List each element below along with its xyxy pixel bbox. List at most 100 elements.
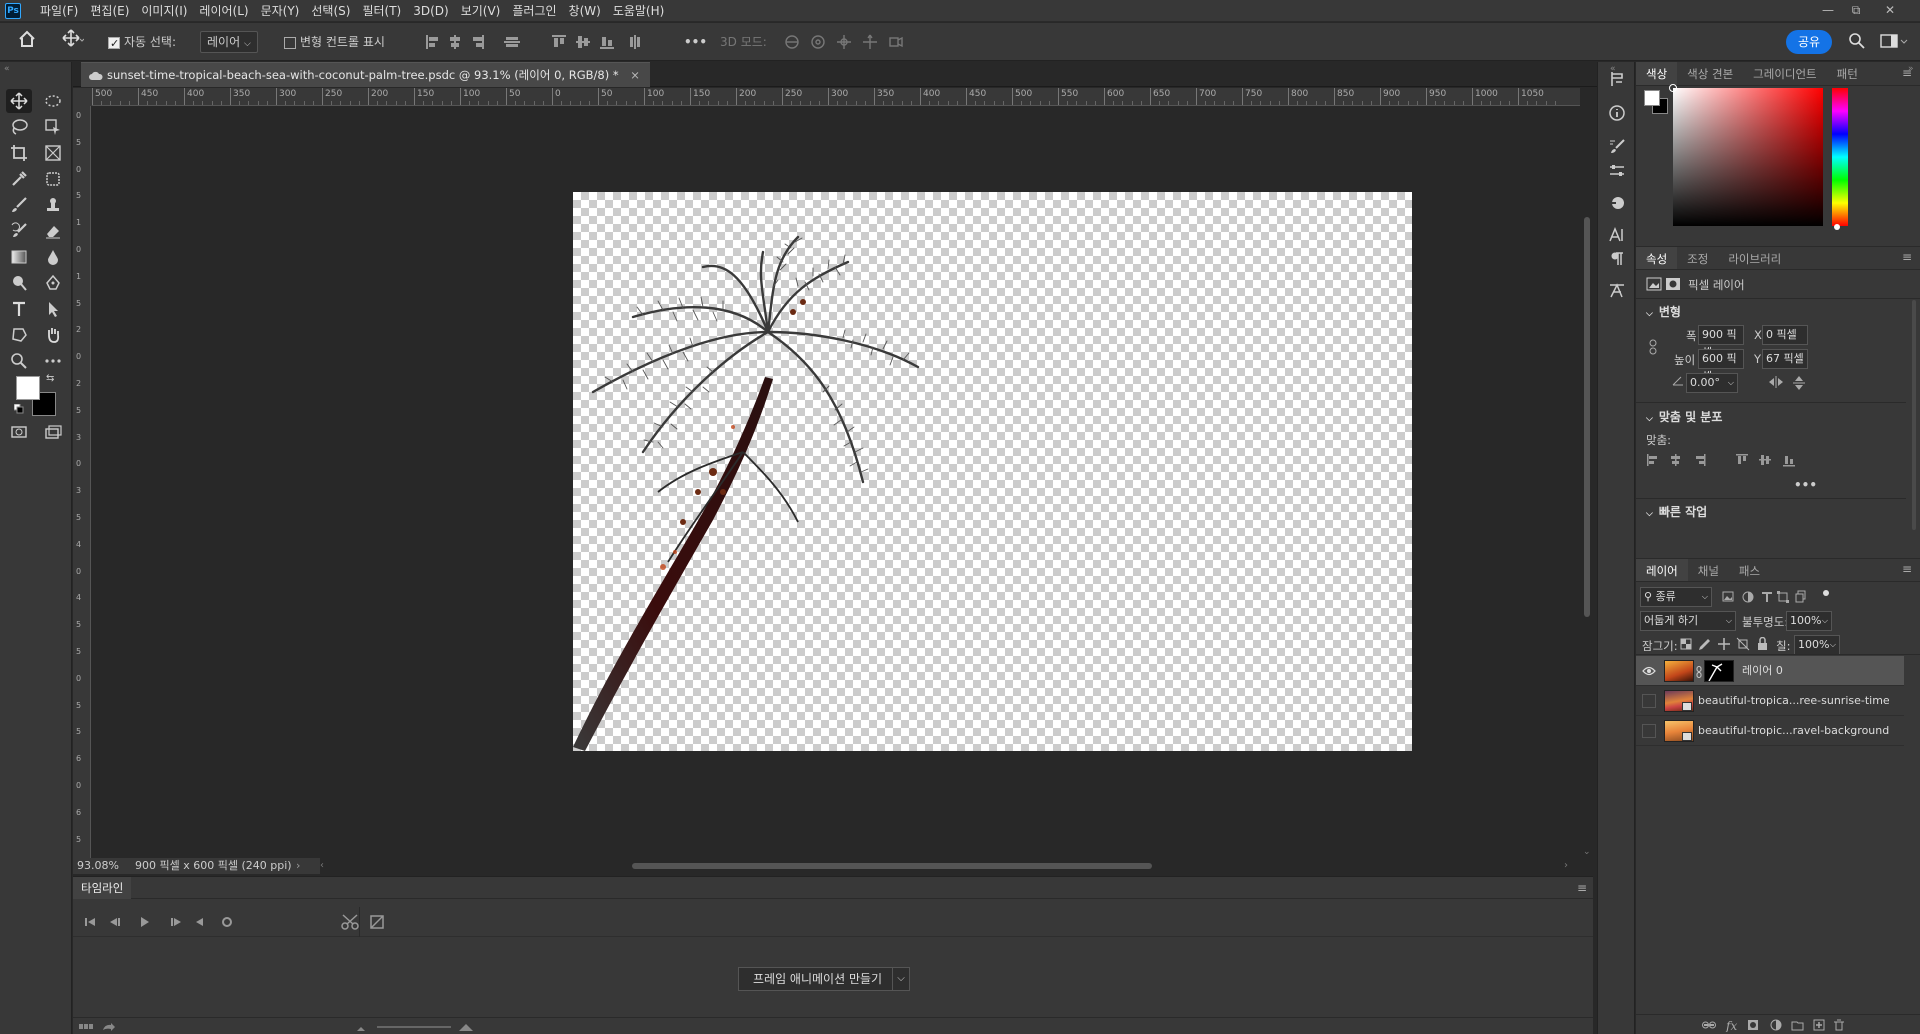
path-select-tool-icon[interactable]	[40, 297, 66, 321]
more-options-button[interactable]: •••	[684, 31, 707, 53]
menu-filter[interactable]: 필터(T)	[356, 0, 407, 22]
workspace-icon[interactable]	[1880, 32, 1910, 54]
paragraph-panel-icon[interactable]	[1608, 250, 1626, 268]
crop-tool-icon[interactable]	[6, 141, 32, 165]
search-icon[interactable]	[1848, 32, 1866, 54]
frame-tool-icon[interactable]	[40, 141, 66, 165]
layers-footer-buttons[interactable]: fx	[1702, 1018, 1912, 1032]
tab-layers[interactable]: 레이어	[1636, 559, 1688, 581]
history-panel-icon[interactable]	[1608, 70, 1626, 88]
spot-heal-tool-icon[interactable]	[40, 167, 66, 191]
glyphs-panel-icon[interactable]	[1608, 282, 1626, 300]
layers-scrollbar[interactable]	[1906, 656, 1918, 746]
show-transform-checkbox[interactable]: 변형 컨트롤 표시	[284, 31, 385, 53]
close-tab-button[interactable]: ×	[630, 68, 640, 82]
opacity-input[interactable]: 100% ⌵	[1786, 611, 1832, 631]
properties-scrollbar[interactable]	[1912, 300, 1916, 530]
timeline-menu-icon[interactable]: ≡	[1577, 881, 1587, 895]
layer-name[interactable]: 레이어 0	[1742, 656, 1783, 686]
home-icon[interactable]	[16, 28, 38, 50]
horizontal-scroll-thumb[interactable]	[632, 863, 1152, 869]
pen-tool-icon[interactable]	[40, 271, 66, 295]
blend-mode-dropdown[interactable]: 어둡게 하기 ⌵	[1640, 611, 1736, 631]
transform-section-header[interactable]: ⌵ 변형	[1646, 303, 1681, 320]
marquee-tool-icon[interactable]	[40, 89, 66, 113]
menu-file[interactable]: 파일(F)	[34, 0, 84, 22]
layers-menu-icon[interactable]: ≡	[1902, 562, 1912, 576]
timeline-footer-icons[interactable]	[79, 1022, 119, 1032]
quick-mask-icon[interactable]	[6, 420, 32, 444]
width-input[interactable]: 900 픽셀	[1698, 325, 1744, 359]
layer-name[interactable]: beautiful-tropic...ravel-background	[1698, 716, 1889, 746]
tab-adjustments[interactable]: 조정	[1677, 247, 1718, 269]
hue-slider[interactable]	[1832, 88, 1848, 226]
color-fg-swatch[interactable]	[1644, 90, 1660, 106]
mask-link-icon[interactable]	[1696, 666, 1702, 678]
tab-paths[interactable]: 패스	[1729, 559, 1770, 581]
hue-slider-handle[interactable]	[1834, 224, 1840, 230]
link-dimensions-icon[interactable]	[1648, 339, 1658, 355]
type-tool-icon[interactable]	[6, 297, 32, 321]
scroll-left-arrow[interactable]: ‹	[320, 860, 324, 871]
clone-source-icon[interactable]	[1608, 194, 1626, 212]
flip-vertical-icon[interactable]	[1792, 375, 1806, 391]
eraser-tool-icon[interactable]	[40, 219, 66, 243]
lock-icons[interactable]	[1680, 637, 1770, 651]
create-frame-animation-button[interactable]: 프레임 애니메이션 만들기	[738, 967, 898, 991]
document-info[interactable]: 900 픽셀 x 600 픽셀 (240 ppi)	[135, 858, 292, 874]
vertical-ruler[interactable]: 0505101520253035404550556065	[73, 106, 91, 858]
move-tool-icon[interactable]	[6, 89, 32, 113]
tab-swatches[interactable]: 색상 견본	[1677, 62, 1743, 85]
vertical-scrollbar[interactable]: ⌄	[1580, 107, 1594, 858]
menu-image[interactable]: 이미지(I)	[135, 0, 193, 22]
layer-name[interactable]: beautiful-tropica...ree-sunrise-time	[1698, 686, 1890, 716]
status-more-icon[interactable]: ›	[296, 858, 300, 874]
hand-tool-icon[interactable]	[40, 323, 66, 347]
shape-tool-icon[interactable]	[6, 323, 32, 347]
layer-row[interactable]: beautiful-tropic...ravel-background	[1636, 716, 1904, 746]
share-button[interactable]: 공유	[1786, 30, 1833, 54]
menu-3d[interactable]: 3D(D)	[407, 0, 454, 22]
menu-window[interactable]: 창(W)	[563, 0, 607, 22]
auto-select-dropdown[interactable]: 레이어 ⌵	[200, 31, 258, 53]
menu-layer[interactable]: 레이어(L)	[193, 0, 254, 22]
tab-gradients[interactable]: 그레이디언트	[1743, 62, 1826, 85]
tab-patterns[interactable]: 패턴	[1827, 62, 1868, 85]
menu-help[interactable]: 도움말(H)	[607, 0, 671, 22]
object-select-tool-icon[interactable]	[40, 115, 66, 139]
minimize-button[interactable]: —	[1814, 0, 1842, 20]
tab-color[interactable]: 색상	[1636, 62, 1678, 85]
y-input[interactable]: 67 픽셀	[1762, 349, 1808, 369]
auto-select-checkbox[interactable]: 자동 선택:	[108, 31, 176, 55]
zoom-level[interactable]: 93.08%	[77, 859, 119, 872]
x-input[interactable]: 0 픽셀	[1762, 325, 1808, 345]
align-more-button[interactable]: •••	[1794, 478, 1817, 492]
fill-input[interactable]: 100% ⌵	[1794, 635, 1840, 655]
character-panel-icon[interactable]	[1608, 226, 1626, 244]
tab-properties[interactable]: 속성	[1636, 247, 1678, 269]
color-picker-marker[interactable]	[1669, 84, 1677, 92]
vertical-scroll-thumb[interactable]	[1584, 217, 1590, 617]
flip-horizontal-icon[interactable]	[1768, 375, 1784, 389]
angle-input[interactable]: 0.00° ⌵	[1686, 373, 1738, 393]
restore-button[interactable]: ⧉	[1842, 0, 1870, 20]
screen-mode-icon[interactable]	[40, 420, 66, 444]
align-layer-buttons[interactable]	[1646, 453, 1796, 467]
height-input[interactable]: 600 픽셀	[1698, 349, 1744, 383]
move-tool-icon[interactable]	[62, 29, 84, 51]
layer-mask-thumbnail[interactable]	[1704, 660, 1734, 682]
visibility-toggle[interactable]	[1642, 694, 1656, 708]
info-panel-icon[interactable]	[1608, 104, 1626, 122]
brush-tool-icon[interactable]	[6, 193, 32, 217]
color-field[interactable]	[1669, 84, 1823, 226]
align-section-header[interactable]: ⌵ 맞춤 및 분포	[1646, 408, 1722, 425]
eyedropper-tool-icon[interactable]	[6, 167, 32, 191]
visibility-eye-icon[interactable]	[1642, 665, 1656, 677]
adjustments-icon[interactable]	[1608, 162, 1626, 180]
lasso-tool-icon[interactable]	[6, 115, 32, 139]
menu-plugins[interactable]: 플러그인	[506, 0, 562, 22]
swap-colors-icon[interactable]: ⇆	[46, 373, 54, 384]
quick-actions-header[interactable]: ⌵ 빠른 작업	[1646, 503, 1707, 520]
visibility-toggle[interactable]	[1642, 724, 1656, 738]
document-tab[interactable]: sunset-time-tropical-beach-sea-with-coco…	[81, 62, 650, 87]
